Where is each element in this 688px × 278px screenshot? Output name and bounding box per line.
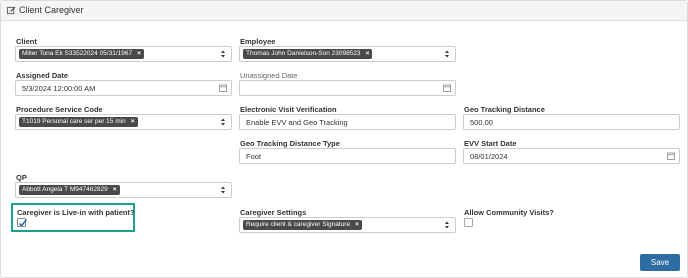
calendar-icon[interactable] <box>667 152 675 160</box>
procedure-service-code-label: Procedure Service Code <box>16 105 103 114</box>
qp-select[interactable]: Abbott Angela T M947462829 × <box>15 182 232 198</box>
geo-tracking-distance-type-value: Foot <box>246 152 262 161</box>
unassigned-date-label: Unassigned Date <box>240 71 298 80</box>
select-caret-icon <box>221 50 225 58</box>
edit-icon <box>7 6 16 15</box>
employee-tag-text: Thomas John Danielson-Son 23098523 <box>246 50 361 57</box>
employee-label: Employee <box>240 37 276 46</box>
community-visits-checkbox[interactable] <box>464 218 473 227</box>
assigned-date-label: Assigned Date <box>16 71 69 80</box>
employee-tag: Thomas John Danielson-Son 23098523 × <box>243 49 373 59</box>
select-caret-icon <box>221 186 225 194</box>
geo-tracking-distance-type-label: Geo Tracking Distance Type <box>240 139 340 148</box>
employee-select[interactable]: Thomas John Danielson-Son 23098523 × <box>239 46 456 62</box>
qp-tag: Abbott Angela T M947462829 × <box>19 185 120 195</box>
assigned-date-value: 5/3/2024 12:00:00 AM <box>22 84 96 93</box>
calendar-icon[interactable] <box>443 84 451 92</box>
qp-tag-remove-icon[interactable]: × <box>113 186 117 193</box>
geo-tracking-distance-value: 500.00 <box>470 118 493 127</box>
caregiver-settings-label: Caregiver Settings <box>240 208 307 217</box>
geo-tracking-distance-type-input[interactable]: Foot <box>239 148 456 164</box>
caregiver-settings-tag-text: Require client & caregiver Signature <box>246 221 351 228</box>
qp-label: QP <box>16 173 27 182</box>
select-caret-icon <box>221 118 225 126</box>
caregiver-settings-tag: Require client & caregiver Signature × <box>243 220 362 230</box>
caregiver-settings-select[interactable]: Require client & caregiver Signature × <box>239 217 456 233</box>
evv-label: Electronic Visit Verification <box>240 105 337 114</box>
client-tag: Miller Tona Ek S33522024 05/31/1967 × <box>19 49 144 59</box>
client-label: Client <box>16 37 37 46</box>
procedure-service-code-select[interactable]: T1019 Personal care ser per 15 min × <box>15 114 232 130</box>
client-tag-text: Miller Tona Ek S33522024 05/31/1967 <box>22 50 133 57</box>
assigned-date-input[interactable]: 5/3/2024 12:00:00 AM <box>15 80 232 96</box>
caregiver-settings-tag-remove-icon[interactable]: × <box>355 221 359 228</box>
employee-tag-remove-icon[interactable]: × <box>366 50 370 57</box>
procedure-tag-text: T1019 Personal care ser per 15 min <box>22 118 126 125</box>
live-in-checkbox[interactable] <box>17 218 27 228</box>
calendar-icon[interactable] <box>219 84 227 92</box>
evv-value: Enable EVV and Geo Tracking <box>246 118 348 127</box>
client-select[interactable]: Miller Tona Ek S33522024 05/31/1967 × <box>15 46 232 62</box>
qp-tag-text: Abbott Angela T M947462829 <box>22 186 108 193</box>
panel-header: Client Caregiver <box>1 1 687 21</box>
evv-input[interactable]: Enable EVV and Geo Tracking <box>239 114 456 130</box>
select-caret-icon <box>445 221 449 229</box>
client-tag-remove-icon[interactable]: × <box>137 50 141 57</box>
live-in-label: Caregiver is Live-in with patient? <box>17 208 135 217</box>
save-button[interactable]: Save <box>640 254 680 271</box>
select-caret-icon <box>445 50 449 58</box>
procedure-tag: T1019 Personal care ser per 15 min × <box>19 117 138 127</box>
client-caregiver-panel: Client Caregiver <box>0 0 688 278</box>
geo-tracking-distance-label: Geo Tracking Distance <box>464 105 545 114</box>
panel-title: Client Caregiver <box>19 5 84 15</box>
unassigned-date-input[interactable] <box>239 80 456 96</box>
procedure-tag-remove-icon[interactable]: × <box>131 118 135 125</box>
evv-start-date-value: 08/01/2024 <box>470 152 508 161</box>
geo-tracking-distance-input[interactable]: 500.00 <box>463 114 680 130</box>
evv-start-date-input[interactable]: 08/01/2024 <box>463 148 680 164</box>
checkmark-icon <box>18 219 27 228</box>
evv-start-date-label: EVV Start Date <box>464 139 517 148</box>
community-visits-label: Allow Community Visits? <box>464 208 554 217</box>
